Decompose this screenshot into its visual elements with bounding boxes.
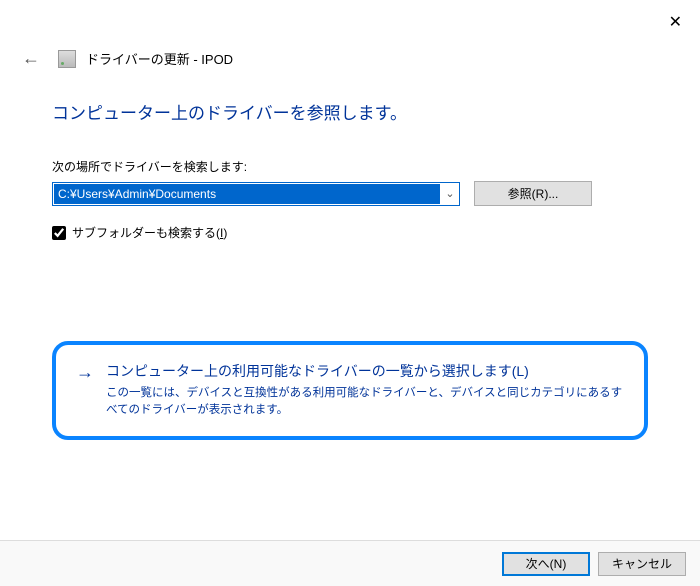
- back-arrow-icon[interactable]: ←: [22, 48, 40, 69]
- drive-icon: [58, 50, 76, 68]
- arrow-right-icon: →: [76, 363, 94, 381]
- path-row: ⌄ 参照(R)...: [52, 181, 648, 206]
- dialog-title: ドライバーの更新 - IPOD: [86, 49, 233, 68]
- path-input[interactable]: [54, 184, 440, 204]
- option-text: コンピューター上の利用可能なドライバーの一覧から選択します(L) この一覧には、…: [106, 361, 624, 418]
- close-icon[interactable]: ✕: [669, 12, 682, 32]
- subfolder-checkbox[interactable]: [52, 226, 66, 240]
- next-button[interactable]: 次へ(N): [502, 552, 590, 576]
- page-heading: コンピューター上のドライバーを参照します。: [52, 99, 648, 124]
- chevron-down-icon[interactable]: ⌄: [441, 187, 459, 200]
- subfolder-label-prefix: サブフォルダーも検索する(: [72, 226, 220, 240]
- subfolder-checkbox-row[interactable]: サブフォルダーも検索する(I): [52, 224, 648, 241]
- browse-button-label: 参照(R)...: [508, 187, 559, 201]
- browse-button[interactable]: 参照(R)...: [474, 181, 592, 206]
- dialog-header: ← ドライバーの更新 - IPOD: [0, 0, 700, 69]
- subfolder-label-suffix: ): [223, 226, 227, 240]
- option-description: この一覧には、デバイスと互換性がある利用可能なドライバーと、デバイスと同じカテゴ…: [106, 385, 624, 418]
- dialog-footer: 次へ(N) キャンセル: [0, 540, 700, 586]
- dialog-content: コンピューター上のドライバーを参照します。 次の場所でドライバーを検索します: …: [0, 69, 700, 440]
- path-label: 次の場所でドライバーを検索します:: [52, 158, 648, 175]
- subfolder-label: サブフォルダーも検索する(I): [72, 224, 227, 241]
- path-combobox[interactable]: ⌄: [52, 182, 460, 206]
- cancel-button[interactable]: キャンセル: [598, 552, 686, 576]
- option-title: コンピューター上の利用可能なドライバーの一覧から選択します(L): [106, 361, 624, 381]
- next-button-label: 次へ(N): [526, 557, 567, 571]
- pick-from-list-option[interactable]: → コンピューター上の利用可能なドライバーの一覧から選択します(L) この一覧に…: [52, 341, 648, 440]
- cancel-button-label: キャンセル: [612, 557, 672, 571]
